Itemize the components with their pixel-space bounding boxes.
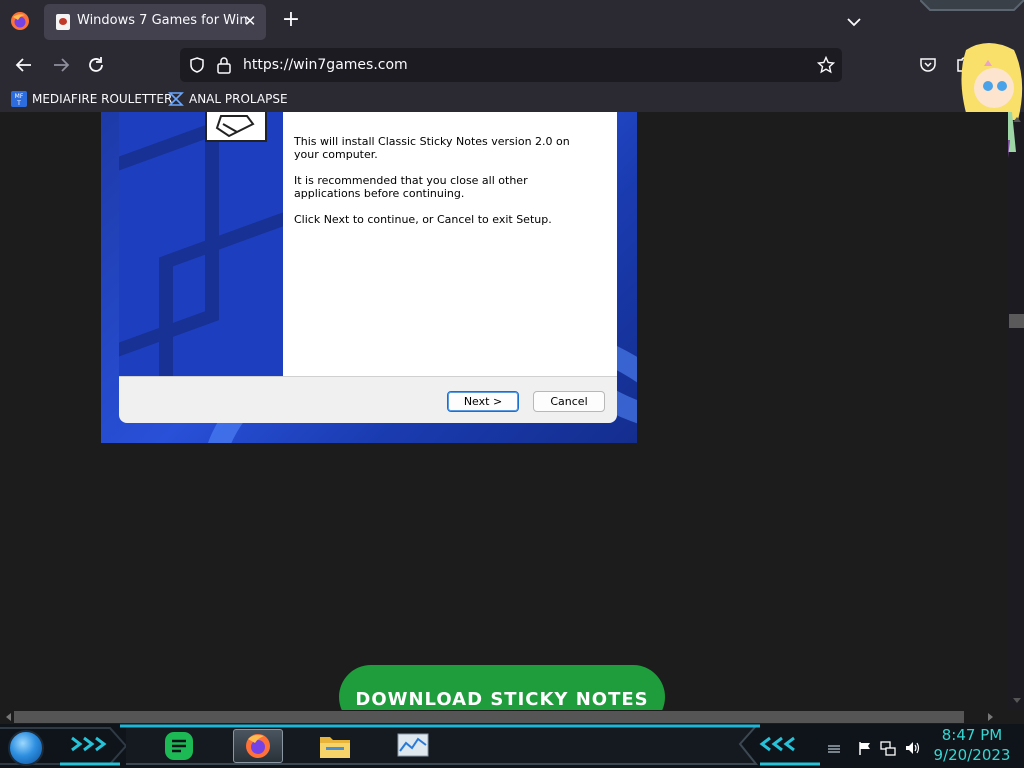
taskbar-firefox[interactable] [233, 729, 283, 763]
navigation-toolbar: https://win7games.com [0, 44, 1024, 86]
theme-decoration [920, 0, 1024, 11]
scroll-down-arrow-icon[interactable] [1012, 696, 1022, 706]
setup-dialog: This will install Classic Sticky Notes v… [119, 112, 617, 423]
installer-screenshot-image: This will install Classic Sticky Notes v… [101, 112, 637, 443]
new-tab-button[interactable]: + [280, 9, 302, 32]
scroll-right-arrow-icon[interactable] [986, 712, 996, 722]
svg-text:MF: MF [15, 93, 24, 100]
clock-time[interactable]: 8:47 PM [930, 726, 1014, 744]
bookmark-second[interactable]: ANAL PROLAPSE [168, 89, 288, 109]
bookmark-label: ANAL PROLAPSE [189, 92, 288, 106]
cancel-button[interactable]: Cancel [533, 391, 605, 412]
setup-info-text: This will install Classic Sticky Notes v… [294, 135, 570, 161]
download-sticky-notes-button[interactable]: DOWNLOAD STICKY NOTES [339, 665, 665, 710]
bookmark-mediafire[interactable]: MF T MEDIAFIRE ROULETTER [11, 89, 172, 109]
clock-date[interactable]: 9/20/2023 [930, 746, 1014, 764]
screen: Windows 7 Games for Windows ✕ + [0, 0, 1024, 768]
setup-text-panel: This will install Classic Sticky Notes v… [283, 112, 617, 376]
lock-icon[interactable] [216, 56, 232, 74]
network-icon[interactable] [880, 740, 896, 756]
firefox-view-icon[interactable] [10, 11, 30, 31]
svg-text:T: T [16, 100, 21, 107]
vertical-scrollbar-thumb[interactable] [1009, 314, 1024, 328]
playing-card-icon [56, 14, 70, 30]
pocket-icon[interactable] [918, 55, 938, 75]
mediafire-icon: MF T [11, 91, 27, 107]
horizontal-scrollbar[interactable] [0, 710, 1024, 724]
sigma-icon [168, 92, 184, 106]
setup-warning-text: It is recommended that you close all oth… [294, 174, 528, 200]
back-icon[interactable] [13, 54, 35, 76]
reload-icon[interactable] [85, 54, 107, 76]
chevron-down-icon[interactable] [844, 12, 864, 32]
close-icon[interactable]: ✕ [242, 12, 258, 30]
scroll-left-arrow-icon[interactable] [3, 712, 13, 722]
tab-win7games[interactable]: Windows 7 Games for Windows ✕ [44, 4, 266, 40]
star-bookmark-icon[interactable] [817, 56, 835, 74]
shield-icon[interactable] [188, 56, 206, 74]
web-page-content: This will install Classic Sticky Notes v… [0, 112, 1008, 710]
notes-app-icon [165, 732, 193, 760]
action-center-flag-icon[interactable] [857, 740, 873, 756]
volume-icon[interactable] [904, 740, 920, 756]
horizontal-scrollbar-thumb[interactable] [14, 711, 964, 723]
start-button[interactable] [8, 730, 44, 766]
setup-instruction-text: Click Next to continue, or Cancel to exi… [294, 213, 552, 226]
bookmarks-toolbar: MF T MEDIAFIRE ROULETTER ANAL PROLAPSE [0, 86, 1024, 112]
file-explorer-icon [320, 737, 350, 758]
firefox-icon [246, 734, 270, 758]
scroll-up-arrow-icon[interactable] [1012, 114, 1022, 124]
bookmark-label: MEDIAFIRE ROULETTER [32, 92, 173, 106]
forward-icon[interactable] [50, 54, 72, 76]
next-button[interactable]: Next > [447, 391, 519, 412]
setup-side-graphic [119, 112, 283, 376]
dialog-separator [119, 376, 617, 377]
show-hidden-icons-icon[interactable] [826, 740, 842, 756]
task-manager-icon [397, 733, 429, 757]
url-bar[interactable]: https://win7games.com [180, 48, 842, 82]
url-text: https://win7games.com [243, 57, 408, 73]
taskbar: 8:47 PM 9/20/2023 [0, 724, 1024, 768]
tab-bar: Windows 7 Games for Windows ✕ + [0, 0, 1024, 44]
sticky-notes-logo-icon [205, 112, 267, 142]
taskbar-file-explorer[interactable] [310, 729, 360, 763]
taskbar-notes-app[interactable] [155, 729, 205, 763]
tab-title: Windows 7 Games for Windows [77, 13, 247, 28]
taskbar-task-manager[interactable] [388, 729, 438, 763]
